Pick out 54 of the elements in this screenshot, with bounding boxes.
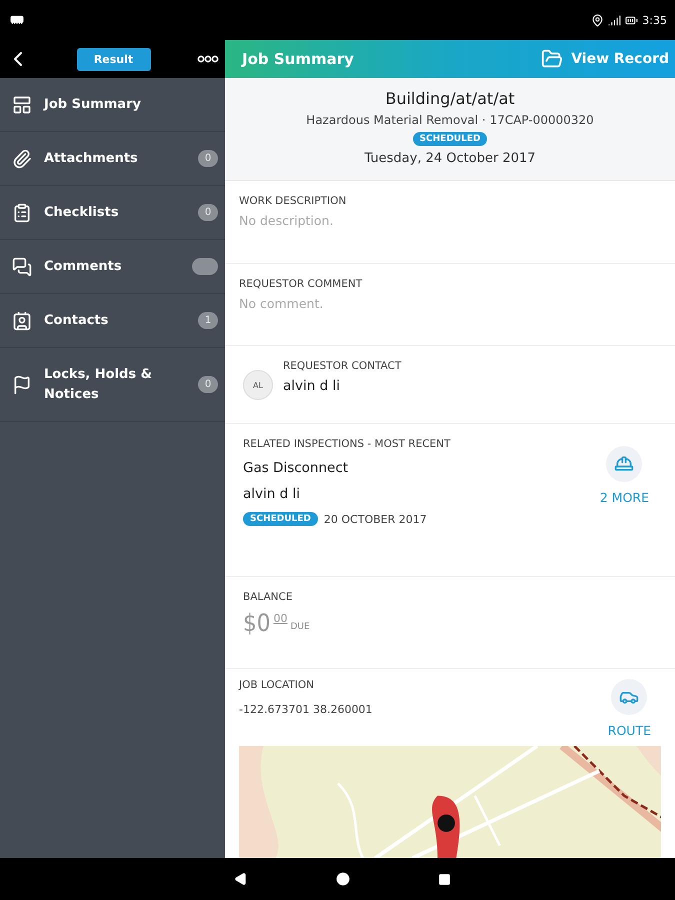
clock-time: 3:35	[642, 14, 667, 26]
inspection-date: 20 OCTOBER 2017	[324, 512, 427, 526]
sidebar-label: Attachments	[44, 150, 139, 168]
back-nav-icon[interactable]	[234, 872, 248, 886]
contact-name: alvin d li	[283, 378, 341, 394]
battery-icon	[625, 14, 638, 26]
clipboard-icon	[12, 202, 32, 222]
home-nav-icon[interactable]	[336, 872, 350, 886]
sd-card-icon	[10, 13, 24, 27]
sidebar-label: Job Summary	[44, 96, 142, 114]
section-label: REQUESTOR COMMENT	[239, 278, 364, 290]
due-label: DUE	[290, 622, 310, 632]
coordinates-text: -122.673701 38.260001	[239, 703, 374, 716]
contact-card-icon	[12, 310, 32, 330]
sidebar-item[interactable]: Comments	[0, 240, 225, 294]
job-title: Building/at/at/at	[385, 89, 515, 108]
inspection-title: Gas Disconnect	[243, 460, 350, 476]
panel-icon	[12, 94, 32, 114]
balance-amount: $0	[243, 609, 270, 637]
section-label: JOB LOCATION	[239, 679, 315, 691]
sidebar-label: Contacts	[44, 312, 110, 330]
folder-icon	[541, 48, 564, 70]
count-badge: 0	[198, 204, 218, 221]
count-badge: 1	[198, 312, 218, 329]
section-label: RELATED INSPECTIONS - MOST RECENT	[243, 438, 452, 450]
section-label: REQUESTOR CONTACT	[283, 360, 402, 372]
recents-nav-icon[interactable]	[438, 872, 451, 886]
balance-cents: 00	[273, 612, 288, 625]
sidebar-label: Locks, Holds & Notices	[44, 366, 153, 404]
signal-icon	[608, 14, 622, 26]
inspector-name: alvin d li	[243, 486, 301, 502]
header-title: Job Summary	[242, 50, 354, 68]
comment-text: No comment.	[239, 296, 324, 311]
empty-badge	[192, 258, 218, 275]
description-text: No description.	[239, 213, 334, 228]
sidebar-item[interactable]: Contacts 1	[0, 294, 225, 348]
sidebar-item[interactable]: Checklists 0	[0, 186, 225, 240]
flag-icon	[12, 374, 32, 394]
job-subtitle: Hazardous Material Removal · 17CAP-00000320	[306, 113, 594, 127]
sidebar-item[interactable]: Attachments 0	[0, 132, 225, 186]
section-label: WORK DESCRIPTION	[239, 195, 348, 207]
job-date: Tuesday, 24 October 2017	[364, 151, 536, 166]
more-icon[interactable]	[197, 55, 219, 63]
paperclip-icon	[12, 148, 32, 168]
location-icon	[591, 14, 604, 26]
section-label: BALANCE	[243, 591, 294, 603]
chat-icon	[12, 256, 32, 276]
initials-avatar: AL	[243, 370, 273, 400]
status-pill: SCHEDULED	[412, 132, 488, 146]
count-badge: 0	[198, 376, 218, 393]
sidebar-label: Comments	[44, 258, 123, 276]
count-badge: 0	[198, 150, 218, 167]
sidebar-label: Checklists	[44, 204, 120, 222]
status-pill: SCHEDULED	[243, 512, 318, 526]
